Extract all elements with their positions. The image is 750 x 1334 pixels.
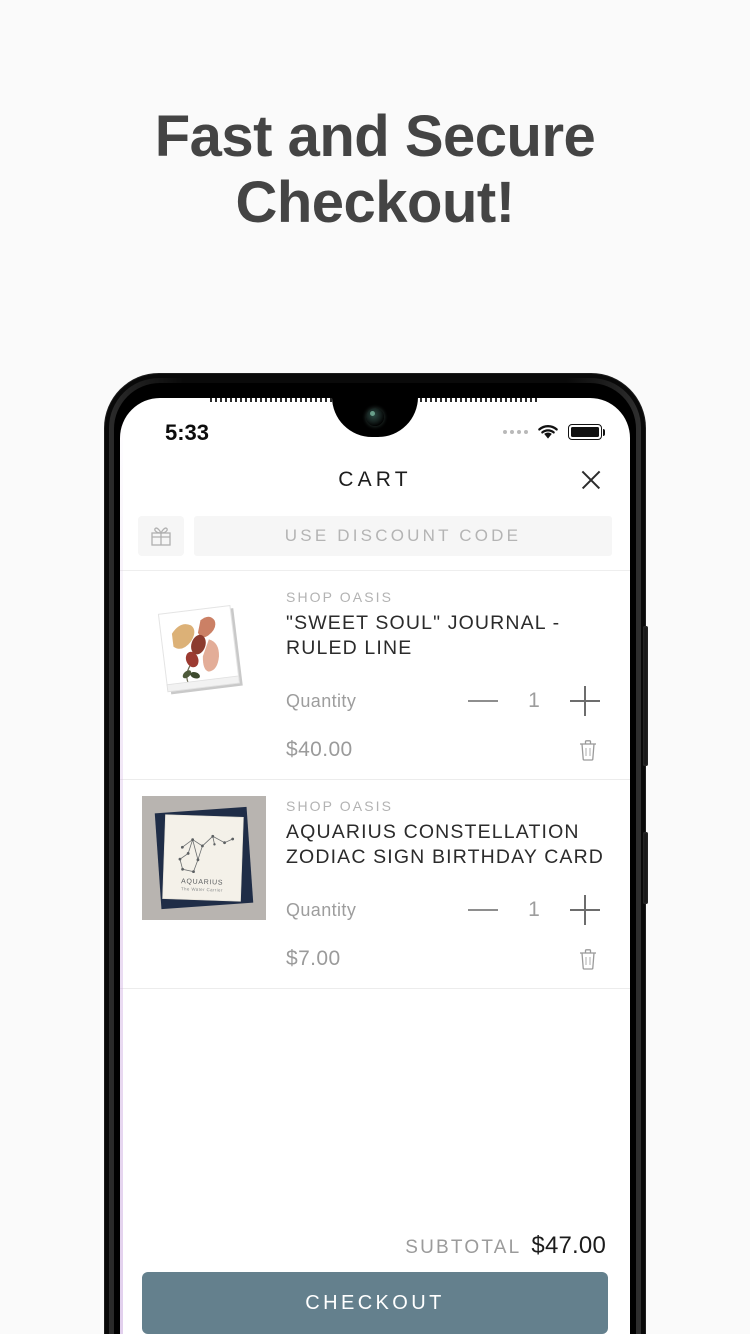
signal-dots-icon [503,430,528,434]
plus-icon[interactable] [562,892,608,928]
cart-item-list: SHOP OASIS "SWEET SOUL" JOURNAL - RULED … [120,571,630,989]
product-price: $40.00 [286,738,353,761]
minus-icon[interactable] [460,683,506,719]
product-thumbnail[interactable]: AQUARIUS The Water Carrier [142,796,266,920]
power-button[interactable] [643,832,648,904]
svg-text:AQUARIUS: AQUARIUS [181,878,223,886]
quantity-stepper: 1 [460,892,608,928]
cart-footer: SUBTOTAL $47.00 CHECKOUT [120,1218,630,1334]
discount-code-row [120,506,630,571]
app-header: CART [120,454,630,506]
checkout-button[interactable]: CHECKOUT [142,1272,608,1334]
quantity-row: Quantity 1 [286,683,608,719]
battery-full-icon [568,424,605,440]
quantity-label: Quantity [286,690,357,711]
product-details: SHOP OASIS AQUARIUS CONSTELLATION ZODIAC… [286,796,608,978]
status-bar-indicators [503,424,605,440]
cart-item: AQUARIUS The Water Carrier SHOP OASIS AQ… [120,780,630,989]
product-price: $7.00 [286,947,341,970]
price-row: $40.00 [286,731,608,769]
trash-icon[interactable] [568,940,608,978]
product-details: SHOP OASIS "SWEET SOUL" JOURNAL - RULED … [286,587,608,769]
minus-icon[interactable] [460,892,506,928]
cart-item: SHOP OASIS "SWEET SOUL" JOURNAL - RULED … [120,571,630,780]
close-icon[interactable] [576,465,606,495]
subtotal-label: SUBTOTAL [405,1237,522,1258]
promo-heading: Fast and Secure Checkout! [0,104,750,236]
quantity-value: 1 [528,689,540,712]
promo-heading-line2: Checkout! [235,170,515,235]
product-title: "SWEET SOUL" JOURNAL - RULED LINE [286,612,561,659]
gift-icon[interactable] [138,516,184,556]
product-thumbnail[interactable] [142,587,266,711]
wifi-icon [537,424,559,440]
plus-icon[interactable] [562,683,608,719]
product-vendor: SHOP OASIS [286,798,394,814]
product-vendor: SHOP OASIS [286,589,394,605]
discount-code-input[interactable] [194,516,612,556]
phone-screen: 5:33 CART USE DISCOUNT CODE SHOP OASIS "… [120,398,630,1334]
status-bar-clock: 5:33 [165,420,210,445]
product-title: AQUARIUS CONSTELLATION ZODIAC SIGN BIRTH… [286,821,605,868]
page-title: CART [338,468,412,491]
quantity-label: Quantity [286,899,357,920]
screenshot-stage: Fast and Secure Checkout! 5:33 CART USE … [0,0,750,1334]
quantity-stepper: 1 [460,683,608,719]
volume-button[interactable] [643,626,648,766]
subtotal-value: $47.00 [531,1232,606,1259]
promo-heading-line1: Fast and Secure [154,104,596,169]
status-bar: 5:33 [120,398,630,454]
price-row: $7.00 [286,940,608,978]
subtotal-row: SUBTOTAL $47.00 [142,1218,608,1272]
quantity-row: Quantity 1 [286,892,608,928]
trash-icon[interactable] [568,731,608,769]
quantity-value: 1 [528,898,540,921]
